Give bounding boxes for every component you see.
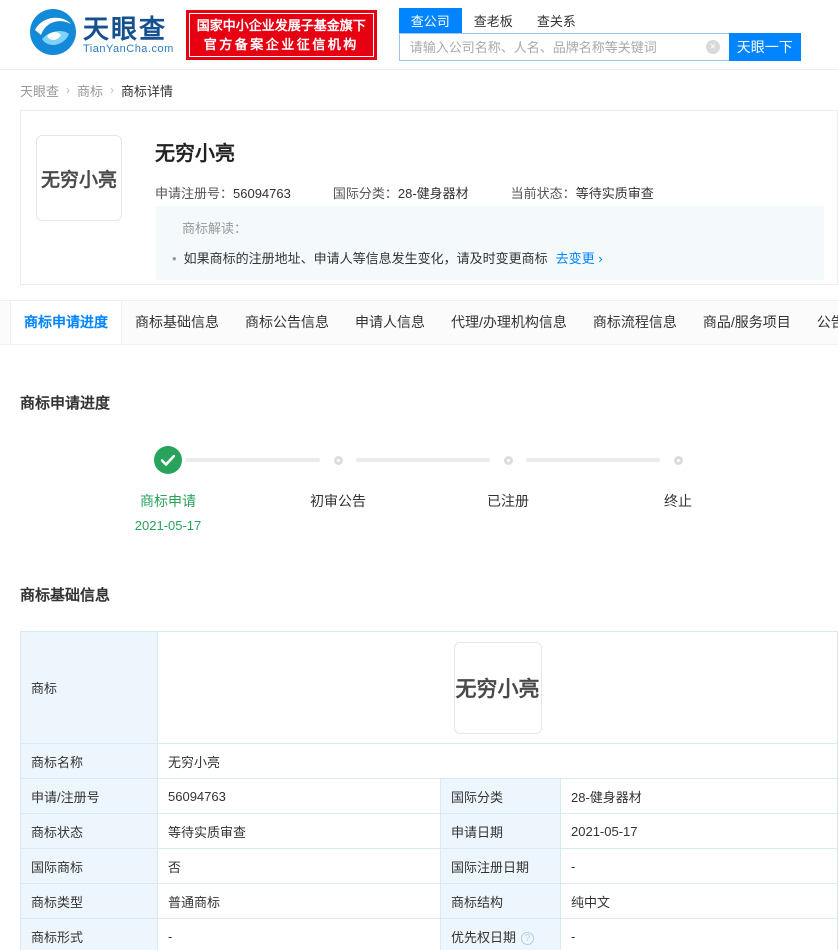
tianyancha-logo[interactable]: 天眼查 TianYanCha.com [30,9,174,60]
row-value: 2021-05-17 [560,813,838,849]
search-area: 查公司 查老板 查关系 × 天眼一下 [398,8,801,61]
logo-text: 天眼查 TianYanCha.com [83,15,174,55]
step-preliminary-approval: 初审公告 [186,446,423,533]
trademark-image: 无穷小亮 [453,641,542,734]
badge-line2: 官方备案企业征信机构 [203,36,359,52]
tab-announcement-info[interactable]: 商标公告信息 [232,301,342,344]
trademark-interpretation-box: 商标解读： • 如果商标的注册地址、申请人等信息发生变化，请及时变更商标 去变更 › [156,206,824,280]
step-label: 终止 [664,493,692,509]
arrow-right-icon: › [598,251,603,266]
basic-info-section: 商标基础信息 商标 无穷小亮 商标名称 无穷小亮 申请/注册号 56094763… [0,533,838,950]
row-value: 等待实质审查 [157,813,441,849]
pending-circle-icon [333,455,343,465]
interpretation-title: 商标解读： [182,221,248,236]
step-application: 商标申请 2021-05-17 [83,446,253,533]
row-label: 国际商标 [20,848,158,884]
row-value: 28-健身器材 [560,778,838,814]
row-label: 商标类型 [20,883,158,919]
field-current-status: 当前状态：等待实质审查 [510,186,654,201]
breadcrumb-separator-icon: › [110,83,115,97]
search-button[interactable]: 天眼一下 [728,33,801,61]
trademark-summary-card: 无穷小亮 无穷小亮 申请注册号：56094763 国际分类：28-健身器材 当前… [20,110,838,285]
tab-gazette-info[interactable]: 公告信息 [804,301,838,344]
interpretation-tip: 如果商标的注册地址、申请人等信息发生变化，请及时变更商标 [183,251,548,266]
breadcrumb-separator-icon: › [66,83,71,97]
row-label: 优先权日期? [440,918,561,950]
logo-brand: 天眼查 [83,13,168,44]
tab-basic-info[interactable]: 商标基础信息 [122,301,232,344]
breadcrumb-home[interactable]: 天眼查 [20,81,59,100]
table-row: 商标状态 等待实质审查 申请日期 2021-05-17 [20,813,838,849]
row-value: 纯中文 [560,883,838,919]
trademark-cell: 无穷小亮 [157,631,838,744]
row-label: 商标状态 [20,813,158,849]
progress-heading: 商标申请进度 [20,395,111,412]
search-tabs: 查公司 查老板 查关系 [398,8,801,33]
table-row: 商标 无穷小亮 [20,631,838,744]
row-value: - [560,918,838,950]
tab-goods-services[interactable]: 商品/服务项目 [690,301,804,344]
search-input[interactable] [398,33,729,61]
step-label: 商标申请 [140,493,196,509]
basic-info-heading: 商标基础信息 [20,587,111,604]
badge-line1: 国家中小企业发展子基金旗下 [196,17,366,33]
field-reg-number: 申请注册号：56094763 [155,186,291,201]
logo-domain: TianYanCha.com [83,42,174,55]
row-label: 申请/注册号 [20,778,158,814]
table-row: 商标类型 普通商标 商标结构 纯中文 [20,883,838,919]
tab-applicant-info[interactable]: 申请人信息 [342,301,438,344]
page-title: 无穷小亮 [155,143,235,165]
field-intl-class: 国际分类：28-健身器材 [332,186,469,201]
step-date: 2021-05-17 [134,518,202,533]
table-row: 商标形式 - 优先权日期? - [20,918,838,950]
tianyancha-logo-icon [30,9,76,60]
row-label: 申请日期 [440,813,561,849]
section-tabbar: 商标申请进度 商标基础信息 商标公告信息 申请人信息 代理/办理机构信息 商标流… [0,300,838,345]
help-icon[interactable]: ? [521,931,535,945]
row-value: - [157,918,441,950]
tab-application-progress[interactable]: 商标申请进度 [10,301,122,344]
step-label: 初审公告 [310,493,366,509]
row-label: 国际分类 [440,778,561,814]
trademark-image: 无穷小亮 [36,135,122,221]
search-tab-company[interactable]: 查公司 [398,8,462,33]
search-tab-relation[interactable]: 查关系 [525,8,588,33]
table-row: 国际商标 否 国际注册日期 - [20,848,838,884]
tab-process-info[interactable]: 商标流程信息 [580,301,690,344]
breadcrumb-trademark[interactable]: 商标 [77,81,103,100]
clear-icon[interactable]: × [705,40,720,54]
step-registered: 已注册 [356,446,593,533]
table-row: 申请/注册号 56094763 国际分类 28-健身器材 [20,778,838,814]
basic-info-table: 商标 无穷小亮 商标名称 无穷小亮 申请/注册号 56094763 国际分类 2… [20,631,838,950]
row-label: 商标名称 [20,743,158,779]
search-tab-boss[interactable]: 查老板 [462,8,525,33]
breadcrumb: 天眼查 › 商标 › 商标详情 [0,70,838,110]
bullet-icon: • [172,251,177,266]
tab-agency-info[interactable]: 代理/办理机构信息 [438,301,580,344]
step-label: 已注册 [487,493,529,509]
table-row: 商标名称 无穷小亮 [20,743,838,779]
check-icon [154,446,182,474]
step-terminated: 终止 [526,446,763,533]
pending-circle-icon [673,455,683,465]
row-value: 否 [157,848,441,884]
row-value: 56094763 [157,778,441,814]
row-value: 普通商标 [157,883,441,919]
breadcrumb-current: 商标详情 [121,83,174,99]
row-value: 无穷小亮 [157,743,838,779]
row-label: 商标结构 [440,883,561,919]
go-change-link[interactable]: 去变更 › [556,251,603,266]
certification-badge: 国家中小企业发展子基金旗下 官方备案企业征信机构 [185,9,377,60]
row-value: - [560,848,838,884]
progress-stepper: 商标申请 2021-05-17 初审公告 已注册 终止 [20,446,838,533]
row-label: 国际注册日期 [440,848,561,884]
pending-circle-icon [503,455,513,465]
top-header: 天眼查 TianYanCha.com 国家中小企业发展子基金旗下 官方备案企业征… [0,0,838,70]
application-progress-section: 商标申请进度 商标申请 2021-05-17 初审公告 已注册 终止 [0,345,838,533]
row-label: 商标 [20,631,158,744]
row-label: 商标形式 [20,918,158,950]
